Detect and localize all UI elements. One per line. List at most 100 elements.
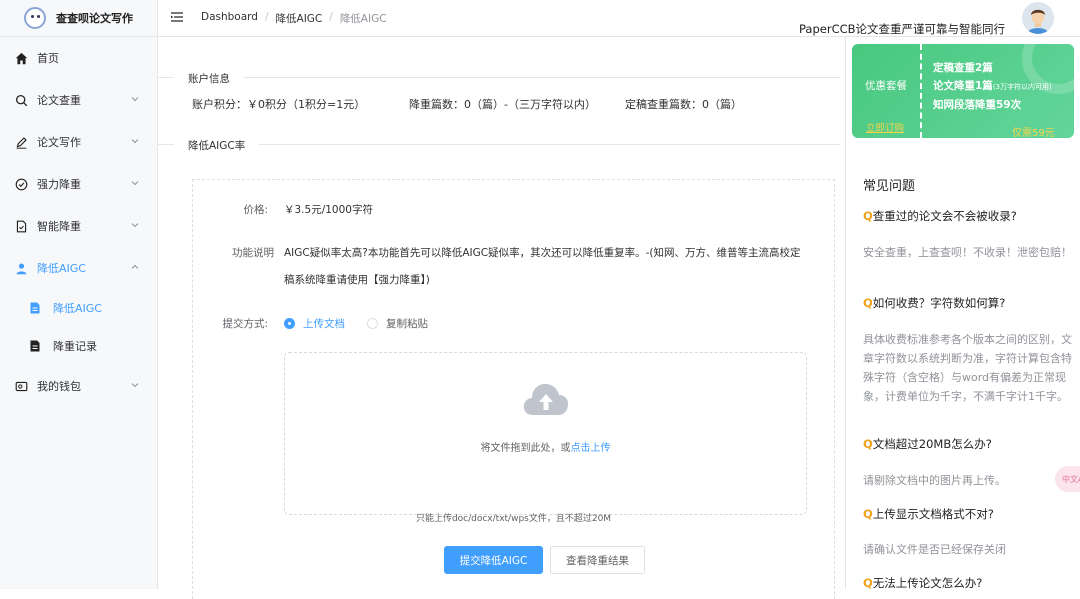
chevron-down-icon bbox=[131, 223, 139, 228]
promo-price: 仅需59元 bbox=[1012, 128, 1055, 138]
promo-line-2-text: 论文降重1篇 bbox=[933, 80, 993, 92]
faq-answer: 具体收费标准参考各个版本之间的区别，文章字符数以系统判断为准，字符计算包含特殊字… bbox=[863, 333, 1072, 403]
sidebar-item-aigc[interactable]: 降低AIGC bbox=[0, 247, 157, 289]
q-mark: Q bbox=[863, 209, 873, 223]
account-points: 账户积分：￥0积分（1积分=1元） bbox=[192, 98, 366, 111]
sidebar-item-label: 首页 bbox=[37, 52, 59, 65]
price-value: ￥3.5元/1000字符 bbox=[284, 204, 373, 216]
faq-title: 常见问题 bbox=[863, 179, 916, 194]
price-label: 价格: bbox=[243, 204, 268, 216]
upload-instruction: 将文件拖到此处，或点击上传 bbox=[285, 439, 806, 454]
home-icon bbox=[14, 51, 28, 65]
sidebar-subitem-aigc[interactable]: 降低AIGC bbox=[0, 289, 157, 327]
main-content: 账户信息 账户积分：￥0积分（1积分=1元） 降重篇数：0（篇）-（三万字符以内… bbox=[158, 37, 844, 599]
faq-question: Q上传显示文档格式不对? bbox=[863, 506, 1073, 522]
cloud-upload-icon bbox=[523, 383, 569, 415]
faq-question: Q查重过的论文会不会被收录? bbox=[863, 208, 1073, 224]
wallet-icon bbox=[14, 379, 28, 393]
radio-paste[interactable]: 复制粘贴 bbox=[367, 316, 428, 331]
faq-question-text: 查重过的论文会不会被收录? bbox=[872, 209, 1017, 223]
sidebar-subitem-label: 降重记录 bbox=[53, 340, 97, 353]
promo-line-2-note: (3万字符以内可用) bbox=[992, 83, 1052, 91]
section-title-aigc: 降低AIGC率 bbox=[174, 138, 260, 153]
document-icon bbox=[14, 219, 28, 233]
radio-dot-checked bbox=[284, 318, 295, 329]
view-result-button[interactable]: 查看降重结果 bbox=[550, 546, 645, 574]
top-header: Dashboard / 降低AIGC / 降低AIGC PaperCCB论文查重… bbox=[158, 0, 1080, 37]
sidebar-item-check[interactable]: 论文查重 bbox=[0, 79, 157, 121]
upload-text: 将文件拖到此处，或 bbox=[480, 443, 571, 454]
desc-line-2: 稿系统降重请使用【强力降重】) bbox=[284, 274, 430, 286]
q-mark: Q bbox=[863, 296, 873, 310]
q-mark: Q bbox=[863, 576, 873, 590]
sidebar-item-label: 强力降重 bbox=[37, 178, 81, 191]
promo-card[interactable]: 优惠套餐 立即订购 定稿查重2篇 论文降重1篇(3万字符以内可用) 知网段落降重… bbox=[852, 44, 1074, 138]
chevron-down-icon bbox=[131, 181, 139, 186]
pen-icon bbox=[14, 135, 28, 149]
radio-label: 上传文档 bbox=[303, 318, 345, 330]
sidebar-item-write[interactable]: 论文写作 bbox=[0, 121, 157, 163]
section-title-account: 账户信息 bbox=[174, 71, 244, 86]
avatar[interactable] bbox=[1022, 2, 1054, 34]
radio-upload[interactable]: 上传文档 bbox=[284, 316, 345, 331]
upload-dropzone[interactable]: 将文件拖到此处，或点击上传 bbox=[284, 352, 807, 515]
divider bbox=[158, 144, 840, 145]
account-reduce-count: 降重篇数：0（篇）-（三万字符以内） bbox=[409, 98, 596, 111]
faq-question-text: 上传显示文档格式不对? bbox=[872, 507, 994, 521]
sidebar-item-wallet[interactable]: 我的钱包 bbox=[0, 365, 157, 407]
sidebar-item-smart-reduce[interactable]: 智能降重 bbox=[0, 205, 157, 247]
slogan: PaperCCB论文查重严谨可靠与智能同行 bbox=[799, 22, 1006, 36]
promo-left: 优惠套餐 立即订购 bbox=[852, 44, 922, 138]
radio-dot bbox=[367, 318, 378, 329]
search-icon bbox=[14, 93, 28, 107]
faq-answer: 请确认文件是否已经保存关闭 bbox=[863, 543, 1006, 556]
faq-answer: 安全查重，上查查呗！不收录！泄密包赔！ bbox=[863, 246, 1072, 259]
user-icon bbox=[14, 261, 28, 275]
sidebar-item-label: 论文写作 bbox=[37, 136, 81, 149]
faq-question: Q如何收费？字符数如何算? bbox=[863, 295, 1073, 311]
check-circle-icon bbox=[14, 177, 28, 191]
menu-toggle-icon[interactable] bbox=[171, 11, 183, 23]
faq-question-text: 无法上传论文怎么办? bbox=[872, 576, 983, 590]
aigc-form-card: 价格: ￥3.5元/1000字符 功能说明 AIGC疑似率太高?本功能首先可以降… bbox=[192, 179, 835, 599]
file-icon bbox=[30, 340, 40, 352]
app-title: 查查呗论文写作 bbox=[56, 12, 133, 25]
chevron-down-icon bbox=[131, 383, 139, 388]
faq-question-text: 文档超过20MB怎么办? bbox=[872, 437, 992, 451]
file-icon bbox=[30, 302, 40, 314]
sidebar-subitem-records[interactable]: 降重记录 bbox=[0, 327, 157, 365]
account-check-count: 定稿查重篇数：0（篇） bbox=[625, 98, 742, 111]
breadcrumb-current: 降低AIGC bbox=[339, 13, 387, 25]
sidebar-subitem-label: 降低AIGC bbox=[53, 302, 102, 315]
logo[interactable]: 查查呗论文写作 bbox=[0, 0, 157, 37]
promo-order-button[interactable]: 立即订购 bbox=[866, 120, 904, 134]
upload-tip: 只能上传doc/docx/txt/wps文件，且不超过20M bbox=[415, 514, 612, 524]
breadcrumb-item[interactable]: 降低AIGC bbox=[276, 11, 323, 26]
faq-question-text: 如何收费？字符数如何算? bbox=[872, 296, 1006, 310]
promo-line-2: 论文降重1篇(3万字符以内可用) bbox=[933, 78, 1052, 93]
submit-aigc-button[interactable]: 提交降低AIGC bbox=[444, 546, 543, 574]
sidebar: 查查呗论文写作 首页 论文查重 论文写作 强力降重 智能降重 降低AIGC 降低… bbox=[0, 0, 158, 589]
faq-answer: 请剔除文档中的图片再上传。 bbox=[863, 474, 1006, 487]
desc-line-1: AIGC疑似率太高?本功能首先可以降低AIGC疑似率，其次还可以降低重复率。-(… bbox=[284, 247, 801, 259]
promo-title: 优惠套餐 bbox=[865, 80, 907, 92]
q-mark: Q bbox=[863, 507, 873, 521]
radio-label: 复制粘贴 bbox=[386, 318, 428, 330]
faq-question: Q文档超过20MB怎么办? bbox=[863, 436, 1073, 452]
submit-method-label: 提交方式: bbox=[222, 318, 268, 330]
translate-float-button[interactable]: 中文A bbox=[1055, 466, 1080, 492]
desc-label: 功能说明 bbox=[232, 247, 274, 259]
sidebar-item-home[interactable]: 首页 bbox=[0, 37, 157, 79]
user-avatar-icon bbox=[1022, 2, 1054, 34]
breadcrumb-item[interactable]: Dashboard bbox=[201, 11, 258, 26]
right-panel: 优惠套餐 立即订购 定稿查重2篇 论文降重1篇(3万字符以内可用) 知网段落降重… bbox=[845, 37, 1080, 590]
q-mark: Q bbox=[863, 437, 873, 451]
sidebar-item-label: 降低AIGC bbox=[37, 262, 86, 275]
breadcrumb: Dashboard / 降低AIGC / 降低AIGC bbox=[201, 11, 387, 26]
sidebar-item-label: 论文查重 bbox=[37, 94, 81, 107]
sidebar-item-label: 我的钱包 bbox=[37, 380, 81, 393]
chevron-down-icon bbox=[131, 97, 139, 102]
upload-link[interactable]: 点击上传 bbox=[571, 443, 611, 454]
sidebar-item-strong-reduce[interactable]: 强力降重 bbox=[0, 163, 157, 205]
chevron-down-icon bbox=[131, 139, 139, 144]
